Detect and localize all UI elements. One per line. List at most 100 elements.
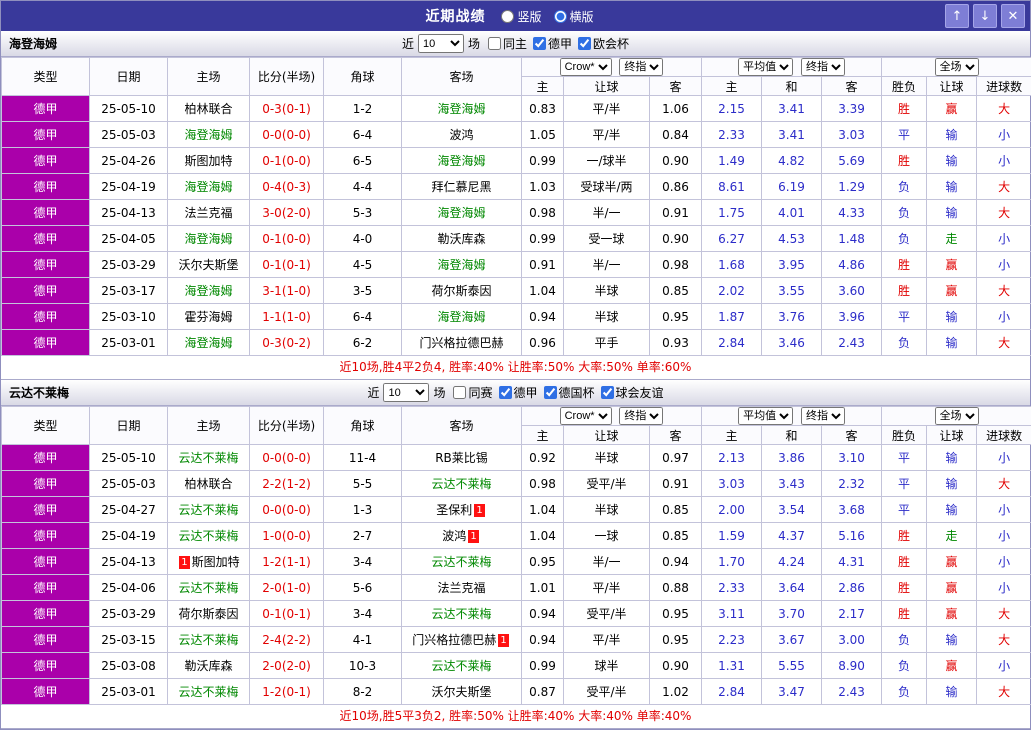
odds-away-cell: 0.94 (648, 548, 703, 575)
col-date: 日期 (89, 406, 168, 445)
handicap-cell: 受平/半 (563, 600, 650, 627)
layout-option-vertical[interactable]: 竖版 (501, 8, 542, 25)
avg-draw-cell: 3.54 (761, 496, 823, 523)
horizontal-layout-label: 横版 (569, 9, 594, 24)
scope-select[interactable]: 全场 (934, 407, 979, 425)
avg-source-select[interactable]: 平均值 (738, 407, 794, 425)
filter-controls: 近 10 场 同主 德甲 欧会杯 (402, 34, 629, 53)
goals-result-cell: 小 (976, 496, 1031, 523)
avg-period-select[interactable]: 终指 (800, 58, 845, 76)
corner-cell: 4-0 (323, 225, 402, 252)
checkbox-input[interactable] (600, 386, 614, 399)
filter-checkbox-球会友谊[interactable]: 球会友谊 (600, 384, 664, 401)
layout-option-horizontal[interactable]: 横版 (553, 8, 594, 25)
handicap-cell: 平/半 (563, 121, 650, 148)
filter-checkbox-德甲[interactable]: 德甲 (498, 384, 538, 401)
avg-period-select[interactable]: 终指 (800, 407, 845, 425)
odds-period-select[interactable]: 终指 (619, 407, 664, 425)
red-card-badge: 1 (468, 530, 479, 543)
away-team-cell: 海登海姆 (401, 95, 522, 122)
date-cell: 25-05-10 (89, 95, 168, 122)
home-team-cell: 1 斯图加特 (167, 548, 250, 575)
avg-away-cell: 8.90 (821, 652, 883, 679)
handicap-result-cell: 输 (926, 147, 978, 174)
handicap-cell: 受平/半 (563, 470, 650, 497)
games-label: 场 (433, 386, 446, 400)
away-team-cell: 门兴格拉德巴赫 1 (401, 626, 522, 653)
home-team-cell: 海登海姆 (167, 277, 250, 304)
checkbox-input[interactable] (543, 386, 557, 399)
handicap-cell: 半球 (563, 496, 650, 523)
team-text: 沃尔夫斯堡 (178, 258, 239, 272)
score-cell: 0-3(0-2) (249, 329, 324, 356)
away-team-cell: 海登海姆 (401, 199, 522, 226)
odds-home-cell: 0.92 (521, 444, 564, 471)
filter-checkbox-德国杯[interactable]: 德国杯 (543, 384, 595, 401)
goals-result-cell: 小 (976, 522, 1031, 549)
avg-home-cell: 1.87 (701, 303, 763, 330)
col-away: 客场 (401, 406, 522, 445)
score-cell: 1-2(0-1) (249, 678, 324, 705)
scroll-up-button[interactable]: ↑ (945, 4, 969, 28)
checkbox-input[interactable] (453, 386, 467, 399)
filter-checkbox-欧会杯[interactable]: 欧会杯 (578, 35, 629, 52)
filter-controls: 近 10 场 同赛 德甲 德国杯 球会友谊 (367, 383, 664, 402)
avg-away-cell: 3.10 (821, 444, 883, 471)
checkbox-input[interactable] (487, 37, 501, 50)
match-row: 德甲 25-04-13 法兰克福 3-0(2-0) 5-3 海登海姆 0.98 半/一 0.91… (1, 199, 1031, 226)
score-cell: 0-1(0-1) (249, 600, 324, 627)
home-team-cell: 霍芬海姆 (167, 303, 250, 330)
match-row: 德甲 25-04-19 海登海姆 0-4(0-3) 4-4 拜仁慕尼黑 1.03 受球半/两 0… (1, 173, 1031, 200)
checkbox-input[interactable] (578, 37, 592, 50)
close-icon[interactable]: ✕ (1001, 4, 1025, 28)
match-row: 德甲 25-03-01 云达不莱梅 1-2(0-1) 8-2 沃尔夫斯堡 0.87 受平/半 1… (1, 678, 1031, 705)
recent-count-select[interactable]: 10 (383, 383, 430, 402)
match-row: 德甲 25-03-17 海登海姆 3-1(1-0) 3-5 荷尔斯泰因 1.04 半球 0.85… (1, 277, 1031, 304)
result-cell: 胜 (881, 147, 928, 174)
avg-away-cell: 5.69 (821, 147, 883, 174)
filter-checkbox-同主[interactable]: 同主 (487, 35, 527, 52)
score-cell: 0-4(0-3) (249, 173, 324, 200)
team-text: 勒沃库森 (184, 659, 233, 673)
odds-away-cell: 0.95 (648, 600, 703, 627)
odds-home-cell: 0.99 (521, 147, 564, 174)
home-team-cell: 云达不莱梅 (167, 626, 250, 653)
odds-source-select[interactable]: Crow* (559, 58, 612, 76)
away-team-cell: 云达不莱梅 (401, 548, 522, 575)
filter-checkbox-德甲[interactable]: 德甲 (533, 35, 572, 52)
odds-source-select[interactable]: Crow* (559, 407, 612, 425)
odds-period-select[interactable]: 终指 (619, 58, 664, 76)
col-handicap-result: 让球 (926, 76, 978, 96)
scroll-down-button[interactable]: ↓ (973, 4, 997, 28)
match-row: 德甲 25-03-29 沃尔夫斯堡 0-1(0-1) 4-5 海登海姆 0.91 半/一 0.9… (1, 251, 1031, 278)
avg-home-cell: 3.11 (701, 600, 763, 627)
goals-result-cell: 小 (976, 652, 1031, 679)
goals-result-cell: 大 (976, 470, 1031, 497)
home-team-cell: 柏林联合 (167, 95, 250, 122)
away-team-cell: 波鸿 (401, 121, 522, 148)
odds-home-cell: 0.98 (521, 199, 564, 226)
match-row: 德甲 25-05-03 柏林联合 2-2(1-2) 5-5 云达不莱梅 0.98 受平/半 0.… (1, 470, 1031, 497)
scope-select[interactable]: 全场 (934, 58, 979, 76)
filter-checkbox-同赛[interactable]: 同赛 (453, 384, 493, 401)
date-cell: 25-05-03 (89, 121, 168, 148)
checkbox-input[interactable] (533, 37, 546, 50)
odds-home-cell: 0.87 (521, 678, 564, 705)
corner-cell: 6-5 (323, 147, 402, 174)
scope-header-cell: 全场 (881, 57, 1031, 77)
goals-result-cell: 大 (976, 678, 1031, 705)
horizontal-layout-radio[interactable] (553, 9, 567, 23)
result-cell: 负 (881, 173, 928, 200)
col-handicap-result: 让球 (926, 425, 978, 445)
handicap-cell: 半/一 (563, 548, 650, 575)
vertical-layout-radio[interactable] (501, 9, 515, 23)
odds-away-cell: 0.88 (648, 574, 703, 601)
checkbox-input[interactable] (498, 386, 512, 399)
recent-count-select[interactable]: 10 (417, 34, 464, 53)
result-cell: 负 (881, 652, 928, 679)
league-cell: 德甲 (1, 173, 90, 200)
avg-source-select[interactable]: 平均值 (738, 58, 794, 76)
avg-away-cell: 4.86 (821, 251, 883, 278)
avg-away-cell: 1.48 (821, 225, 883, 252)
home-team-cell: 法兰克福 (167, 199, 250, 226)
